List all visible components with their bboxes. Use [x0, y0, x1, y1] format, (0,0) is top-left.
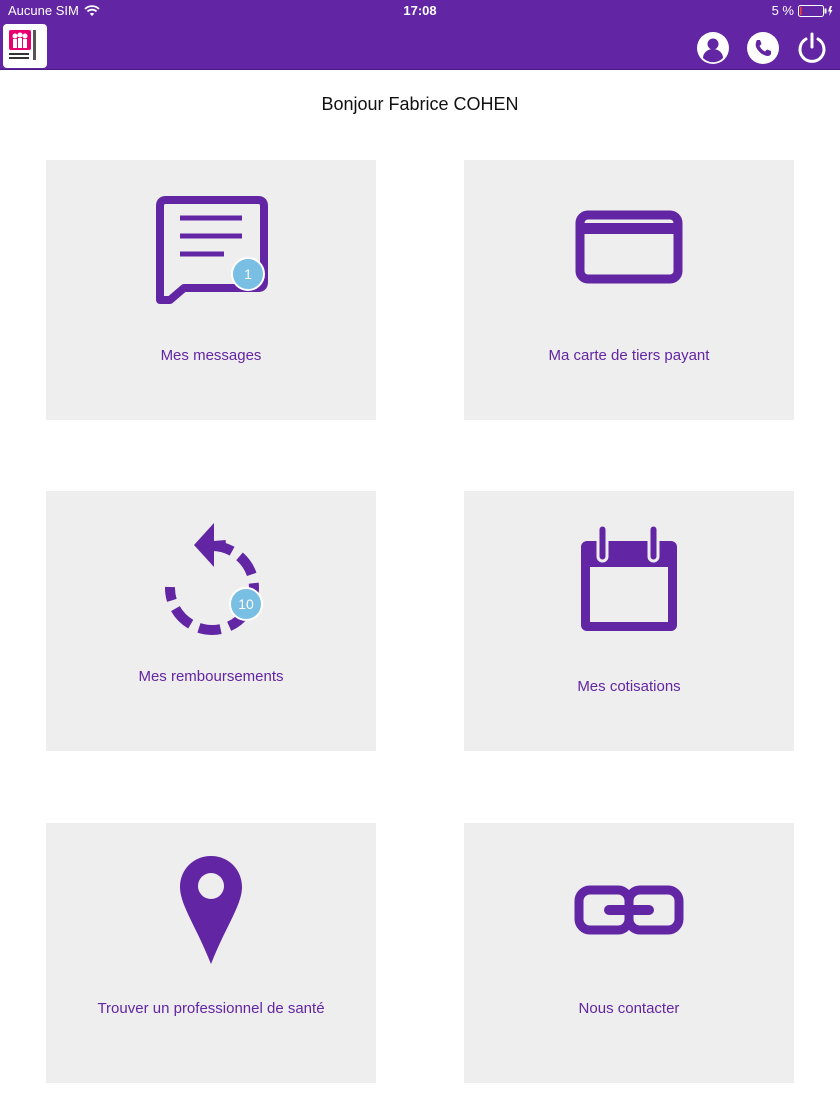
- phone-icon[interactable]: [746, 31, 780, 65]
- tile-cotisations-label: Mes cotisations: [577, 678, 681, 695]
- tile-refunds[interactable]: 10 Mes remboursements: [46, 491, 376, 751]
- calendar-icon: [581, 523, 677, 631]
- battery-percent: 5 %: [771, 3, 794, 18]
- refunds-badge: 10: [238, 596, 254, 612]
- tile-refunds-label: Mes remboursements: [138, 668, 284, 685]
- tile-card-label: Ma carte de tiers payant: [548, 347, 710, 364]
- link-icon: [574, 885, 684, 935]
- tile-contact-label: Nous contacter: [578, 1000, 680, 1017]
- tile-contact[interactable]: Nous contacter: [464, 823, 794, 1083]
- map-pin-icon: [180, 856, 242, 964]
- tile-card[interactable]: Ma carte de tiers payant: [464, 160, 794, 420]
- greeting-text: Bonjour Fabrice COHEN: [321, 94, 519, 114]
- status-time: 17:08: [403, 3, 437, 18]
- battery-info: 5 %: [772, 3, 834, 18]
- card-icon: [575, 210, 683, 284]
- messages-badge: 1: [244, 266, 252, 282]
- power-icon[interactable]: [795, 31, 829, 65]
- tile-find-professional[interactable]: Trouver un professionnel de santé: [46, 823, 376, 1083]
- tile-cotisations[interactable]: Mes cotisations: [464, 491, 794, 751]
- tile-messages[interactable]: 1 Mes messages: [46, 160, 376, 420]
- profile-icon[interactable]: [696, 31, 730, 65]
- status-bar: Aucune SIM 17:08 5 %: [0, 0, 840, 22]
- tile-find-professional-label: Trouver un professionnel de santé: [97, 1000, 325, 1017]
- battery-icon: [798, 4, 833, 17]
- tile-messages-label: Mes messages: [160, 347, 262, 364]
- refund-icon: 10: [164, 523, 263, 635]
- app-header: Aucune SIM 17:08 5 %: [0, 0, 840, 70]
- message-icon: 1: [156, 196, 268, 304]
- mutuelle-logo-icon[interactable]: [3, 24, 47, 68]
